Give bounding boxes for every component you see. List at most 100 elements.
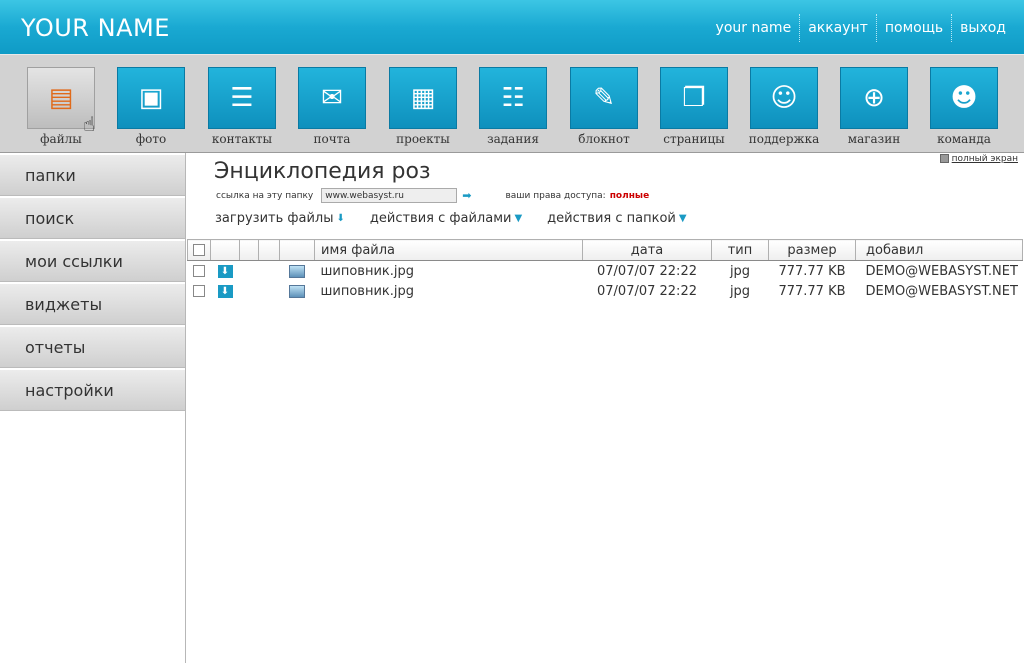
app-tile: ✎ — [570, 67, 638, 129]
app-label: поддержка — [748, 132, 820, 146]
sidebar-item-widgets[interactable]: виджеты — [0, 284, 185, 325]
header-added-by[interactable]: добавил — [855, 239, 1023, 261]
app-notepad[interactable]: ✎ блокнот — [559, 67, 649, 151]
download-icon[interactable]: ⬇ — [217, 284, 233, 298]
image-file-icon — [289, 284, 305, 298]
folder-actions-label: действия с папкой — [547, 211, 676, 226]
app-contacts[interactable]: ☰ контакты — [197, 67, 287, 151]
row-icon-cell — [280, 261, 315, 282]
row-cell — [240, 281, 259, 301]
app-pages[interactable]: ❐ страницы — [649, 67, 739, 151]
top-header: YOUR NAME your name аккаунт помощь выход — [0, 0, 1024, 54]
hand-cursor-icon: ☝ — [83, 112, 96, 136]
file-table: имя файла дата тип размер добавил ⬇ шипо… — [187, 239, 1023, 301]
actions-bar: загрузить файлы ⬇ действия с файлами ▼ дей… — [215, 211, 712, 226]
sidebar-item-reports[interactable]: отчеты — [0, 327, 185, 368]
app-label: блокнот — [578, 132, 630, 146]
app-label: страницы — [663, 132, 725, 146]
app-bar: ▤ файлы ▣ фото ☰ контакты ✉ почта ▦ прое… — [0, 54, 1024, 153]
go-arrow-icon[interactable]: ➡ — [462, 189, 471, 202]
contacts-icon: ☰ — [230, 83, 254, 113]
select-all-checkbox[interactable] — [193, 244, 205, 256]
page-title: Энциклопедия роз — [214, 159, 431, 184]
row-download-cell: ⬇ — [211, 281, 240, 301]
access-rights-value: полные — [609, 190, 650, 201]
sidebar-item-settings[interactable]: настройки — [0, 370, 185, 411]
row-filename[interactable]: шиповник.jpg — [315, 281, 583, 301]
row-cell — [259, 261, 280, 282]
app-label: магазин — [847, 132, 901, 146]
row-checkbox[interactable] — [193, 265, 205, 277]
row-size: 777.77 KB — [778, 263, 846, 279]
top-nav: your name аккаунт помощь выход — [708, 14, 1014, 42]
header-type[interactable]: тип — [711, 239, 769, 261]
download-arrow-icon: ⬇ — [336, 213, 345, 224]
app-tile: ☰ — [208, 67, 276, 129]
folder-link-label: ссылка на эту папку — [216, 190, 314, 201]
table-row[interactable]: ⬇ шиповник.jpg 07/07/07 22:22 jpg 777.77… — [188, 281, 1023, 301]
table-header-row: имя файла дата тип размер добавил — [187, 239, 1023, 261]
header-col-4 — [258, 239, 280, 261]
main-content: полный экран Энциклопедия роз ссылка на … — [187, 153, 1024, 663]
app-label: проекты — [396, 132, 450, 146]
row-cell — [240, 261, 259, 282]
app-mail[interactable]: ✉ почта — [287, 67, 377, 151]
app-tile: ☻ — [930, 67, 998, 129]
row-icon-cell — [280, 281, 315, 301]
row-date: 07/07/07 22:22 — [597, 263, 697, 279]
header-col-3 — [239, 239, 259, 261]
team-icon: ☻ — [950, 83, 978, 113]
row-filename[interactable]: шиповник.jpg — [315, 261, 583, 282]
fullscreen-link[interactable]: полный экран — [939, 154, 1018, 164]
top-nav-account[interactable]: аккаунт — [799, 14, 876, 42]
app-tile: ⊕ — [840, 67, 908, 129]
app-tile: ❐ — [660, 67, 728, 129]
app-projects[interactable]: ▦ проекты — [378, 67, 468, 151]
folders-icon: ▤ — [48, 83, 74, 113]
upload-files-button[interactable]: загрузить файлы ⬇ — [215, 211, 345, 226]
top-nav-logout[interactable]: выход — [951, 14, 1014, 42]
tasks-icon: ☷ — [501, 83, 525, 113]
app-shop[interactable]: ⊕ магазин — [829, 67, 919, 151]
row-checkbox[interactable] — [193, 285, 205, 297]
app-tasks[interactable]: ☷ задания — [468, 67, 558, 151]
chevron-down-icon: ▼ — [678, 213, 687, 224]
top-nav-help[interactable]: помощь — [875, 14, 951, 42]
upload-files-label: загрузить файлы — [215, 211, 334, 226]
app-support[interactable]: ☺ поддержка — [739, 67, 829, 151]
header-size[interactable]: размер — [768, 239, 856, 261]
brand-title[interactable]: YOUR NAME — [21, 14, 170, 42]
folder-link-input[interactable] — [321, 188, 458, 203]
app-photo[interactable]: ▣ фото — [106, 67, 196, 151]
sidebar-item-search[interactable]: поиск — [0, 198, 185, 239]
header-date[interactable]: дата — [582, 239, 712, 261]
file-actions-label: действия с файлами — [369, 211, 512, 226]
sidebar: папки поиск мои ссылки виджеты отчеты на… — [0, 153, 186, 663]
mail-icon: ✉ — [321, 83, 343, 113]
access-rights-label: ваши права доступа: — [505, 190, 606, 201]
header-filename[interactable]: имя файла — [314, 239, 583, 261]
row-added-by: DEMO@WEBASYST.NET — [865, 283, 1018, 299]
row-download-cell: ⬇ — [211, 261, 240, 282]
download-icon[interactable]: ⬇ — [217, 264, 233, 278]
table-row[interactable]: ⬇ шиповник.jpg 07/07/07 22:22 jpg 777.77… — [188, 261, 1023, 282]
select-all-cell — [187, 239, 211, 261]
folder-actions-menu[interactable]: действия с папкой ▼ — [547, 211, 686, 226]
row-type: jpg — [729, 283, 751, 299]
image-file-icon — [289, 264, 305, 278]
app-label: фото — [135, 132, 167, 146]
sidebar-item-folders[interactable]: папки — [0, 155, 185, 196]
shop-cart-icon: ⊕ — [863, 83, 885, 113]
app-team[interactable]: ☻ команда — [919, 67, 1009, 151]
app-label: команда — [937, 132, 991, 146]
app-label: почта — [313, 132, 351, 146]
app-files[interactable]: ▤ файлы — [16, 67, 106, 151]
sidebar-item-my-links[interactable]: мои ссылки — [0, 241, 185, 282]
support-icon: ☺ — [770, 83, 798, 113]
file-actions-menu[interactable]: действия с файлами ▼ — [370, 211, 522, 226]
app-tile: ✉ — [298, 67, 366, 129]
top-nav-user[interactable]: your name — [708, 14, 800, 42]
row-size: 777.77 KB — [778, 283, 846, 299]
fullscreen-icon — [939, 154, 949, 163]
header-download-col — [210, 239, 240, 261]
